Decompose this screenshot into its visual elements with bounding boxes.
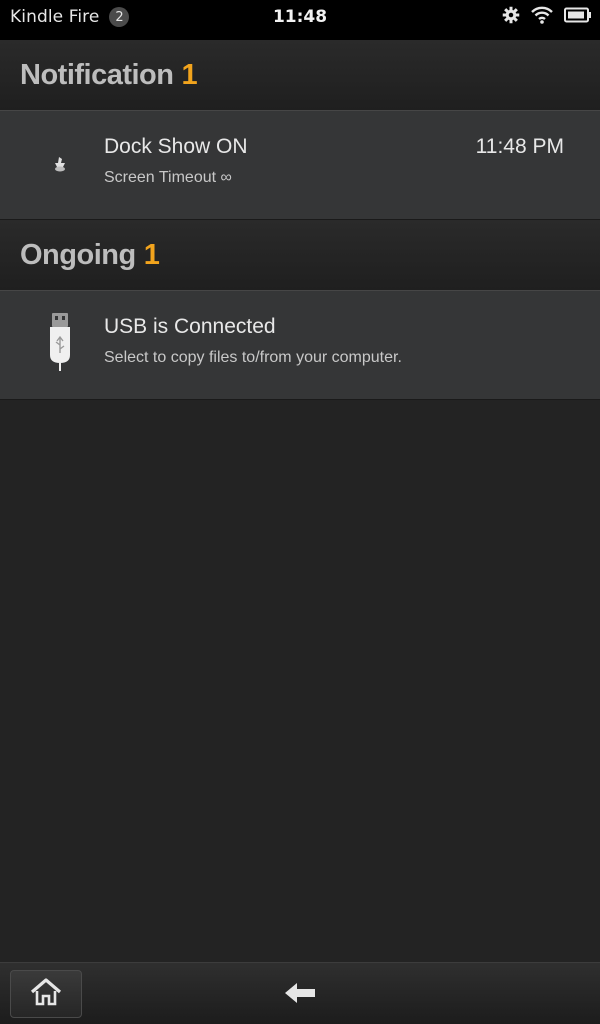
back-button[interactable]: [276, 975, 324, 1015]
home-icon: [29, 977, 63, 1011]
status-bar[interactable]: Kindle Fire 2 11:48: [0, 0, 600, 40]
ongoing-title: USB is Connected: [104, 315, 276, 338]
settings-gear-icon[interactable]: [502, 6, 520, 28]
ongoing-section-count: 1: [143, 238, 160, 271]
notification-section-count: 1: [181, 58, 198, 91]
battery-icon: [564, 7, 592, 27]
back-arrow-icon: [283, 980, 317, 1010]
notification-section-title: Notification: [20, 58, 174, 91]
notification-title: Dock Show ON: [104, 135, 248, 158]
ongoing-section-header: Ongoing 1: [0, 220, 600, 290]
notification-section-header: Notification 1: [0, 40, 600, 110]
wifi-icon: [530, 5, 554, 29]
notification-subtitle: Screen Timeout ∞: [104, 169, 232, 186]
notification-time: 11:48 PM: [475, 135, 564, 158]
home-button[interactable]: [10, 970, 82, 1018]
usb-icon: [40, 311, 80, 375]
notification-screen: Kindle Fire 2 11:48 Notification 1 Dock …: [0, 0, 600, 1024]
ongoing-subtitle: Select to copy files to/from your comput…: [104, 349, 402, 366]
bottom-nav-bar: [0, 962, 600, 1024]
ongoing-section-title: Ongoing: [20, 238, 136, 271]
notification-item-dock-show[interactable]: Dock Show ON Screen Timeout ∞ 11:48 PM: [0, 110, 600, 220]
status-icons: [502, 0, 592, 34]
dock-show-icon: [40, 151, 80, 175]
ongoing-item-usb[interactable]: USB is Connected Select to copy files to…: [0, 290, 600, 400]
